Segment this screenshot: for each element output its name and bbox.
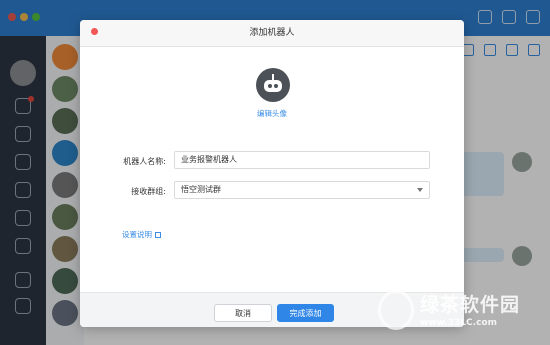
robot-eye (268, 84, 272, 88)
setup-guide-link[interactable]: 设置说明 (122, 229, 161, 240)
watermark-logo-icon (378, 290, 414, 330)
edit-avatar-link[interactable]: 编辑头像 (80, 108, 464, 119)
dropdown-arrow-icon (417, 188, 423, 192)
receive-group-value: 悟空测试群 (181, 185, 221, 194)
robot-name-input[interactable]: 业务报警机器人 (174, 151, 430, 169)
add-robot-dialog: 添加机器人 编辑头像 机器人名称: 业务报警机器人 接收群组: 悟空测试群 设置… (80, 20, 464, 327)
receive-group-select[interactable]: 悟空测试群 (174, 181, 430, 199)
watermark: 绿茶软件园 www.33LC.com (372, 288, 550, 345)
dialog-header: 添加机器人 (80, 20, 464, 47)
confirm-add-button[interactable]: 完成添加 (277, 304, 334, 322)
robot-head (264, 80, 282, 92)
cancel-button[interactable]: 取消 (214, 304, 272, 322)
watermark-brand: 绿茶软件园 (420, 294, 521, 316)
dialog-title: 添加机器人 (249, 28, 295, 38)
robot-eye (274, 84, 278, 88)
external-link-icon (155, 232, 161, 238)
receive-group-label: 接收群组: (131, 187, 166, 196)
watermark-url: www.33LC.com (420, 318, 497, 328)
setup-guide-label: 设置说明 (122, 230, 152, 239)
robot-name-label: 机器人名称: (123, 157, 166, 166)
robot-avatar-icon[interactable] (256, 68, 290, 102)
